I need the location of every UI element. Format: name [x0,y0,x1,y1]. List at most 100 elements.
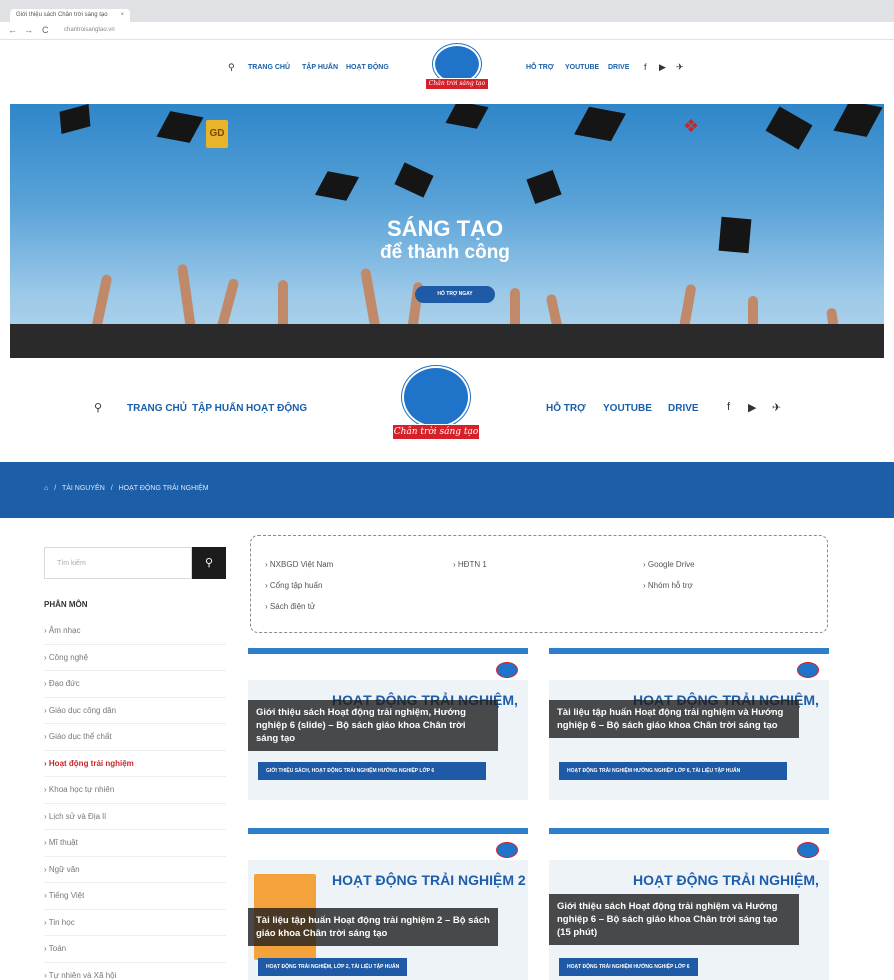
home-icon[interactable]: ⌂ [44,485,48,492]
link-ebook[interactable]: › Sách điện tử [265,602,315,611]
bullet-icon: › [44,944,47,953]
search-icon[interactable]: ⚲ [94,401,102,414]
sidebar-item[interactable]: › Giáo dục công dân [44,698,226,724]
breadcrumb: ⌂ / TÀI NGUYÊN / HOẠT ĐỘNG TRẢI NGHIỆM [44,485,213,492]
sidebar-item[interactable]: › Đạo đức [44,671,226,698]
nav-item-youtube[interactable]: YOUTUBE [565,64,599,71]
bullet-icon: › [44,732,47,741]
sidebar-item-label: Công nghệ [48,652,89,662]
nav-item-drive[interactable]: DRIVE [668,403,699,414]
sidebar-item[interactable]: › Giáo dục thể chất [44,724,226,751]
sidebar-item-label: Âm nhạc [48,626,81,635]
post-card[interactable]: HOẠT ĐỘNG TRẢI NGHIỆM, Giới thiệu sách H… [248,648,528,800]
browser-tab[interactable]: Giới thiệu sách Chân trời sáng tạo × [10,9,130,22]
site-logo[interactable]: Chân trời sáng tạo [425,44,489,100]
nav-item-home[interactable]: TRANG CHỦ [127,403,187,414]
link-nxbgd[interactable]: › NXBGD Việt Nam [265,560,333,569]
post-card[interactable]: HOẠT ĐỘNG TRẢI NGHIỆM, Giới thiệu sách H… [549,828,829,980]
search-icon[interactable]: ⚲ [228,62,235,73]
nav-item-support[interactable]: HỖ TRỢ [546,403,586,414]
link-label: HĐTN 1 [457,560,487,569]
sidebar-item[interactable]: › Âm nhạc [44,618,226,645]
link-support-group[interactable]: › Nhóm hỗ trợ [643,581,693,590]
logo-ribbon: Chân trời sáng tạo [392,424,480,440]
card-header-strip [549,654,829,680]
tab-title: Giới thiệu sách Chân trời sáng tạo [16,12,108,18]
bullet-icon: › [44,838,47,847]
sidebar-item-label: Đạo đức [48,679,80,688]
sidebar-item[interactable]: › Khoa học tự nhiên [44,777,226,804]
sidebar-item-label: Mĩ thuật [48,838,78,847]
hero-support-button[interactable]: HỖ TRỢ NGAY [415,286,495,303]
nav-item-drive[interactable]: DRIVE [608,64,629,71]
tab-close-icon[interactable]: × [120,12,124,18]
sidebar-item[interactable]: › Công nghệ [44,645,226,671]
link-google-drive[interactable]: › Google Drive [643,560,695,569]
bullet-icon: › [44,785,47,794]
youtube-icon[interactable]: ▶ [748,401,756,414]
nav-item-training[interactable]: TẬP HUẤN [192,403,243,414]
grad-cap-icon [59,104,91,135]
link-label: Sách điện tử [269,602,316,611]
sidebar-item[interactable]: › Ngữ văn [44,857,226,883]
forward-icon[interactable]: → [24,25,33,35]
nav-item-training[interactable]: TẬP HUẤN [302,64,338,71]
card-tags[interactable]: HOẠT ĐỘNG TRẢI NGHIỆM HƯỚNG NGHIỆP LỚP 6 [559,958,698,976]
nav-item-home[interactable]: TRANG CHỦ [248,64,290,71]
browser-tab-bar: Giới thiệu sách Chân trời sáng tạo × [0,0,894,22]
card-title[interactable]: Giới thiệu sách Hoạt động trải nghiệm, H… [248,700,498,751]
telegram-icon[interactable]: ✈ [676,62,684,73]
sidebar-item-label: Giáo dục thể chất [48,732,112,741]
sidebar-item[interactable]: › Lịch sử và Địa lí [44,804,226,830]
link-training-portal[interactable]: › Cổng tập huấn [265,581,322,590]
crowd-silhouette [10,324,884,358]
grad-cap-icon [445,104,489,129]
card-tags[interactable]: HOẠT ĐỘNG TRẢI NGHIỆM HƯỚNG NGHIỆP LỚP 6… [559,762,787,780]
sidebar-item[interactable]: › Toán [44,936,226,963]
link-hdtn1[interactable]: › HĐTN 1 [453,560,487,569]
link-label: Google Drive [647,560,695,569]
sidebar-search-button[interactable]: ⚲ [192,547,226,579]
sidebar-item[interactable]: › Hoạt động trải nghiệm [44,751,226,777]
bullet-icon: › [44,811,47,821]
card-title[interactable]: Giới thiệu sách Hoạt động trải nghiệm và… [549,894,799,945]
card-title[interactable]: Tài liệu tập huấn Hoạt động trải nghiệm … [549,700,799,738]
youtube-icon[interactable]: ▶ [659,62,666,73]
facebook-icon[interactable]: f [644,62,647,72]
hero-banner: GD ❖ SÁNG TẠO để thành công HỖ TRỢ NGAY [10,104,884,358]
post-card[interactable]: HOẠT ĐỘNG TRẢI NGHIỆM, Tài liệu tập huấn… [549,648,829,800]
breadcrumb-item-current: HOẠT ĐỘNG TRẢI NGHIỆM [118,485,209,492]
grad-cap-icon [765,106,813,150]
sidebar-search-input[interactable]: Tìm kiếm [44,547,192,579]
nav-item-activities[interactable]: HOẠT ĐỘNG [246,403,307,414]
sidebar-item[interactable]: › Tự nhiên và Xã hội [44,963,226,980]
bullet-icon: › [44,917,47,927]
bullet-icon: › [44,970,47,980]
hero-title: SÁNG TẠO để thành công [310,216,580,264]
card-tags[interactable]: HOẠT ĐỘNG TRẢI NGHIỆM, LỚP 2, TÀI LIỆU T… [258,958,408,976]
link-label: NXBGD Việt Nam [269,560,334,569]
card-logo-icon [496,842,518,858]
sidebar-item[interactable]: › Tin học [44,910,226,936]
nav-item-activities[interactable]: HOẠT ĐỘNG [346,64,389,71]
reload-icon[interactable]: C [42,25,49,35]
url-field[interactable]: chantroisangtao.vn [64,27,115,33]
back-icon[interactable]: ← [8,25,17,35]
sidebar-item[interactable]: › Tiếng Việt [44,883,226,910]
sidebar-item-label: Lịch sử và Địa lí [48,811,107,821]
sidebar-item[interactable]: › Mĩ thuật [44,830,226,857]
card-header-strip [248,654,528,680]
nav-item-youtube[interactable]: YOUTUBE [603,403,652,414]
breadcrumb-separator: / [54,485,57,492]
card-logo-icon [797,842,819,858]
sidebar-item-label: Toán [48,944,67,953]
post-card[interactable]: HOẠT ĐỘNG TRẢI NGHIỆM 2 Tài liệu tập huấ… [248,828,528,980]
breadcrumb-item-resources[interactable]: TÀI NGUYÊN [62,485,105,492]
grad-cap-icon [833,104,883,137]
site-logo[interactable]: Chân trời sáng tạo [392,366,480,448]
telegram-icon[interactable]: ✈ [772,401,781,414]
facebook-icon[interactable]: f [727,401,730,413]
nav-item-support[interactable]: HỖ TRỢ [526,64,554,71]
card-tags[interactable]: GIỚI THIỆU SÁCH, HOẠT ĐỘNG TRẢI NGHIỆM H… [258,762,486,780]
card-title[interactable]: Tài liệu tập huấn Hoạt động trải nghiệm … [248,908,498,946]
